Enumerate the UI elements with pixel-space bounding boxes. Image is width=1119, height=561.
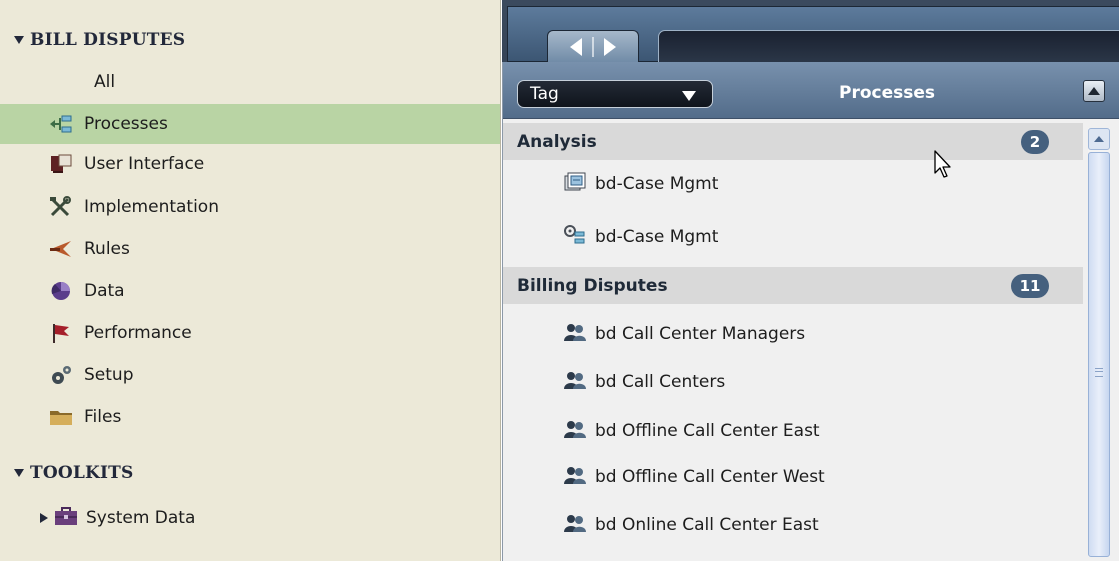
section-header-toolkits[interactable]: TOOLKITS [14, 461, 133, 485]
group-icon [563, 322, 587, 347]
folder-icon [48, 405, 74, 429]
group-icon [563, 370, 587, 395]
vertical-scrollbar[interactable] [1088, 128, 1110, 557]
sidebar-item-label: Rules [84, 239, 130, 259]
list-item-label: bd Offline Call Center East [595, 421, 820, 441]
data-icon [48, 279, 74, 303]
list-item[interactable]: bd-Case Mgmt [563, 164, 718, 204]
list-item-label: bd-Case Mgmt [595, 227, 719, 247]
group-name: Billing Disputes [517, 275, 668, 296]
chevron-down-icon [682, 91, 696, 101]
list-item-label: bd Call Center Managers [595, 324, 806, 344]
list-item[interactable]: bd Offline Call Center East [563, 411, 820, 451]
list-item[interactable]: bd Online Call Center East [563, 505, 819, 545]
sidebar-item-label: Files [84, 407, 122, 427]
expand-arrow-icon[interactable] [40, 513, 48, 523]
back-arrow-icon[interactable] [570, 38, 582, 56]
list-item-label: bd-Case Mgmt [595, 174, 719, 194]
sidebar-item-label: Performance [84, 323, 192, 343]
grip-icon [1095, 368, 1103, 377]
sidebar-item-label: All [94, 72, 116, 92]
tag-dropdown[interactable]: Tag [517, 80, 713, 108]
section-header-label: TOOLKITS [30, 463, 134, 483]
group-icon [563, 419, 587, 444]
list-item-label: bd Offline Call Center West [595, 467, 825, 487]
forward-arrow-icon[interactable] [604, 38, 616, 56]
tag-dropdown-value: Tag [530, 84, 559, 104]
expand-triangle-icon [14, 469, 24, 477]
list-item[interactable]: bd Call Center Managers [563, 314, 805, 354]
user-interface-icon [48, 152, 74, 176]
history-navigation [547, 30, 639, 63]
section-header-bill-disputes[interactable]: BILL DISPUTES [14, 28, 185, 52]
group-name: Analysis [517, 131, 597, 152]
sidebar-item-implementation[interactable]: Implementation [0, 187, 500, 227]
group-header-billing-disputes[interactable]: Billing Disputes 11 [503, 267, 1083, 304]
briefcase-icon [54, 506, 78, 531]
sidebar-item-system-data[interactable]: System Data [40, 503, 195, 533]
group-header-analysis[interactable]: Analysis 2 [503, 123, 1083, 160]
expand-triangle-icon [14, 36, 24, 44]
sidebar-item-label: Processes [84, 114, 168, 134]
collapse-panel-button[interactable] [1083, 80, 1105, 102]
sidebar-item-files[interactable]: Files [0, 397, 500, 437]
divider [592, 37, 594, 57]
panel-header: Tag Processes [503, 62, 1119, 119]
sidebar-item-user-interface[interactable]: User Interface [0, 144, 500, 184]
scroll-up-arrow-icon [1094, 136, 1104, 142]
sidebar-item-processes[interactable]: Processes [0, 104, 500, 144]
list-item-label: bd Online Call Center East [595, 515, 819, 535]
sidebar-item-all[interactable]: All [0, 62, 500, 102]
tools-icon [48, 195, 74, 219]
rules-icon [48, 237, 74, 261]
sidebar-item-rules[interactable]: Rules [0, 229, 500, 269]
process-config-icon [563, 224, 587, 251]
count-badge: 2 [1021, 129, 1049, 154]
group-icon [563, 465, 587, 490]
list-item[interactable]: bd Offline Call Center West [563, 457, 825, 497]
section-header-label: BILL DISPUTES [30, 30, 186, 50]
sidebar-item-label: Setup [84, 365, 134, 385]
process-icon [48, 112, 74, 136]
process-model-icon [563, 171, 587, 198]
sidebar: BILL DISPUTES All Processes User Interfa… [0, 0, 501, 561]
scroll-up-button[interactable] [1088, 128, 1110, 150]
sidebar-item-setup[interactable]: Setup [0, 355, 500, 395]
collapse-up-icon [1088, 87, 1100, 95]
sidebar-item-performance[interactable]: Performance [0, 313, 500, 353]
sidebar-item-label: Implementation [84, 197, 219, 217]
scroll-thumb[interactable] [1088, 152, 1110, 557]
flag-icon [48, 321, 74, 345]
gears-icon [48, 363, 74, 387]
panel-title: Processes [839, 83, 936, 103]
processes-panel: Tag Processes Analysis 2 bd-Case Mgmt bd… [502, 62, 1119, 561]
sidebar-item-label: User Interface [84, 154, 205, 174]
list-item[interactable]: bd Call Centers [563, 362, 725, 402]
list-item[interactable]: bd-Case Mgmt [563, 217, 718, 257]
sidebar-item-label: System Data [86, 508, 196, 528]
list-item-label: bd Call Centers [595, 372, 726, 392]
sidebar-item-data[interactable]: Data [0, 271, 500, 311]
mouse-cursor-icon [934, 150, 954, 184]
count-badge: 11 [1011, 273, 1049, 298]
sidebar-item-label: Data [84, 281, 125, 301]
address-field[interactable] [658, 30, 1119, 63]
group-icon [563, 513, 587, 538]
